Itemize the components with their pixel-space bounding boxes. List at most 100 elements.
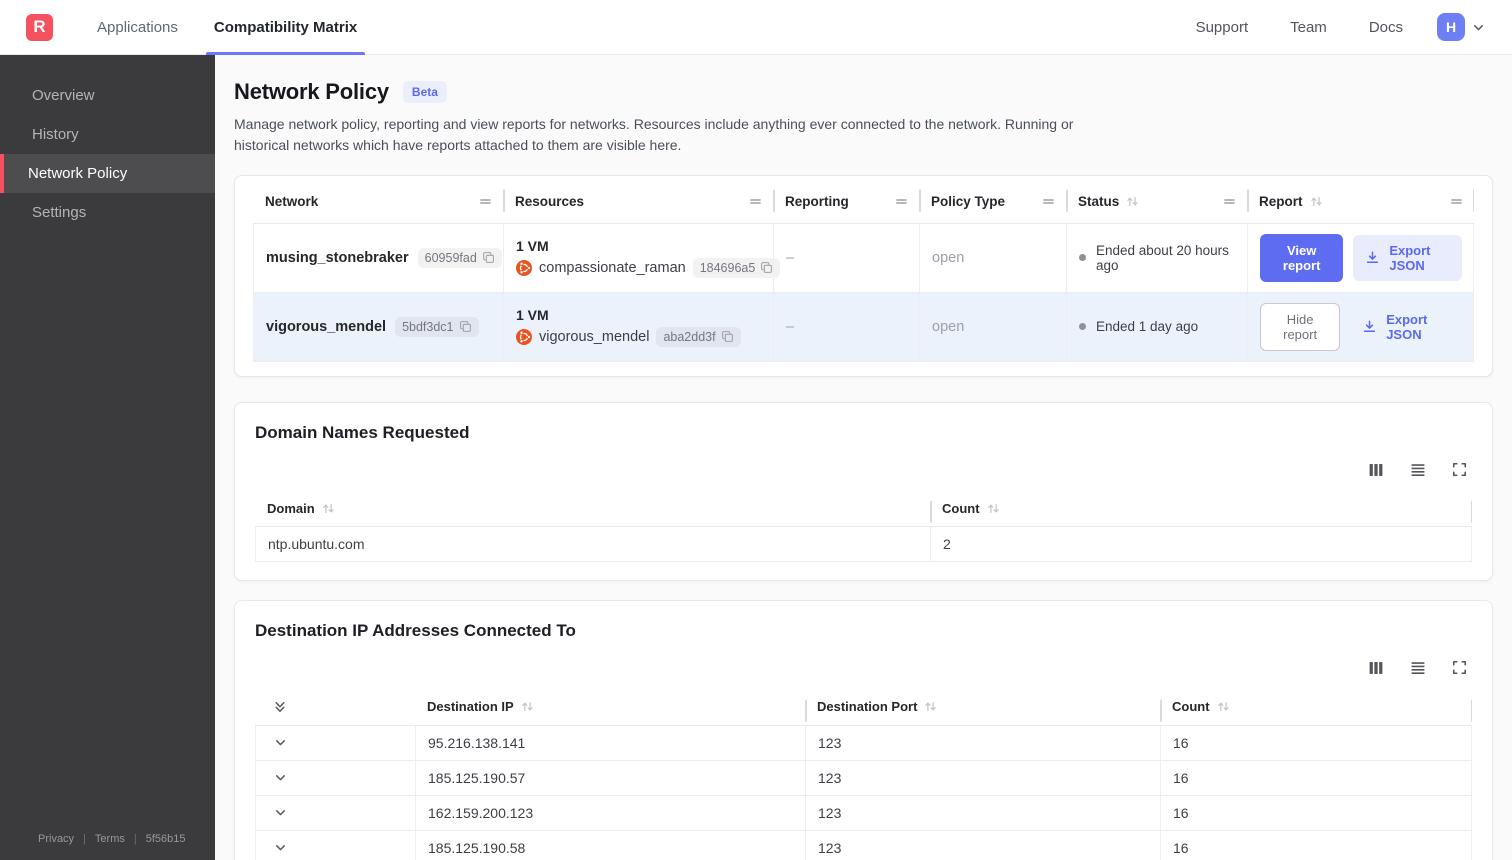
- page-title: Network Policy: [234, 79, 389, 104]
- copy-icon[interactable]: [721, 330, 734, 343]
- sort-icon[interactable]: [923, 699, 938, 714]
- ip-table-row[interactable]: 185.125.190.58 123 16: [255, 830, 1472, 860]
- expander-cell: [255, 725, 415, 760]
- avatar[interactable]: H: [1437, 13, 1465, 41]
- nav-link-team[interactable]: Team: [1290, 19, 1327, 36]
- column-header-resources[interactable]: Resources: [503, 176, 773, 223]
- double-chevron-down-icon[interactable]: [272, 699, 288, 715]
- view-report-button[interactable]: View report: [1260, 233, 1344, 282]
- sort-icon[interactable]: [986, 501, 1001, 516]
- network-table-row[interactable]: vigorous_mendel 5bdf3dc1 1 VM vigorous_m…: [253, 292, 1474, 362]
- copy-icon[interactable]: [482, 251, 495, 264]
- footer-build-hash: 5f56b15: [145, 833, 186, 845]
- chevron-down-icon[interactable]: [273, 735, 288, 750]
- copy-icon[interactable]: [459, 320, 472, 333]
- count-cell: 16: [1160, 830, 1472, 860]
- column-header-report[interactable]: Report: [1247, 176, 1474, 223]
- fullscreen-icon[interactable]: [1451, 461, 1468, 478]
- column-drag-handle-icon[interactable]: [1449, 194, 1464, 209]
- column-drag-handle-icon[interactable]: [894, 194, 909, 209]
- destination-port-cell: 123: [805, 795, 1160, 830]
- sort-icon[interactable]: [1309, 194, 1324, 209]
- tab-compatibility-matrix[interactable]: Compatibility Matrix: [205, 0, 366, 55]
- domain-table-row[interactable]: ntp.ubuntu.com 2: [255, 526, 1472, 562]
- app-logo[interactable]: R: [26, 13, 53, 41]
- column-header-count[interactable]: Count: [1160, 693, 1472, 725]
- destination-port-cell: 123: [805, 760, 1160, 795]
- column-drag-handle-icon[interactable]: [1222, 194, 1237, 209]
- column-label: Count: [942, 500, 980, 516]
- column-header-network[interactable]: Network: [253, 176, 503, 223]
- sort-icon[interactable]: [1216, 699, 1231, 714]
- sidebar: Overview History Network Policy Settings…: [0, 55, 215, 860]
- ip-table-row[interactable]: 185.125.190.57 123 16: [255, 760, 1472, 796]
- expander-cell: [255, 830, 415, 860]
- report-cell: View report Export JSON: [1247, 223, 1474, 292]
- networks-table-card: Network Resources Reporting Policy Type: [234, 174, 1493, 377]
- network-name: vigorous_mendel: [266, 318, 387, 335]
- sort-icon[interactable]: [520, 699, 535, 714]
- fullscreen-icon[interactable]: [1451, 659, 1468, 676]
- user-menu[interactable]: H: [1437, 13, 1486, 41]
- primary-nav: Applications Compatibility Matrix: [89, 0, 385, 55]
- network-table-row[interactable]: musing_stonebraker 60959fad 1 VM compass…: [253, 223, 1474, 293]
- column-drag-handle-icon[interactable]: [1041, 194, 1056, 209]
- sort-icon[interactable]: [321, 501, 336, 516]
- status-text: Ended 1 day ago: [1096, 319, 1199, 335]
- tab-applications[interactable]: Applications: [89, 0, 186, 55]
- column-header-policy-type[interactable]: Policy Type: [919, 176, 1066, 223]
- column-header-destination-ip[interactable]: Destination IP: [415, 693, 805, 725]
- ip-table-row[interactable]: 162.159.200.123 123 16: [255, 795, 1472, 831]
- chevron-down-icon[interactable]: [273, 770, 288, 785]
- destination-ips-card: Destination IP Addresses Connected To De…: [234, 599, 1493, 860]
- resource-hash-badge: 184696a5: [692, 257, 781, 278]
- export-json-button[interactable]: Export JSON: [1353, 234, 1462, 281]
- domains-card-title: Domain Names Requested: [255, 422, 470, 442]
- export-json-button[interactable]: Export JSON: [1350, 304, 1462, 350]
- chevron-down-icon[interactable]: [1471, 20, 1486, 35]
- resources-cell: 1 VM compassionate_raman 184696a5: [503, 223, 781, 292]
- footer-privacy-link[interactable]: Privacy: [38, 833, 74, 845]
- ubuntu-icon: [516, 329, 532, 345]
- column-header-count[interactable]: Count: [930, 495, 1472, 526]
- footer-terms-link[interactable]: Terms: [95, 833, 125, 845]
- sidebar-item-network-policy[interactable]: Network Policy: [0, 154, 215, 193]
- sidebar-item-settings[interactable]: Settings: [0, 193, 215, 232]
- column-header-status[interactable]: Status: [1066, 176, 1247, 223]
- column-drag-handle-icon[interactable]: [748, 194, 763, 209]
- resources-cell: 1 VM vigorous_mendel aba2dd3f: [503, 292, 773, 361]
- row-density-icon[interactable]: [1409, 461, 1427, 479]
- sort-icon[interactable]: [1125, 194, 1140, 209]
- reporting-cell: –: [773, 223, 919, 292]
- nav-link-support[interactable]: Support: [1196, 19, 1249, 36]
- table-toolbar: [255, 657, 1468, 679]
- ips-table: Destination IP Destination Port Count 95…: [255, 693, 1472, 860]
- ip-table-row[interactable]: 95.216.138.141 123 16: [255, 725, 1472, 761]
- sidebar-item-history[interactable]: History: [0, 115, 215, 154]
- nav-link-docs[interactable]: Docs: [1369, 19, 1403, 36]
- chevron-down-icon[interactable]: [273, 840, 288, 855]
- hide-report-button[interactable]: Hide report: [1260, 302, 1341, 351]
- sidebar-item-overview[interactable]: Overview: [0, 76, 215, 115]
- chevron-down-icon[interactable]: [273, 805, 288, 820]
- column-label: Destination Port: [817, 699, 918, 715]
- count-cell: 16: [1160, 795, 1472, 830]
- column-header-domain[interactable]: Domain: [255, 495, 930, 526]
- policy-type-cell: open: [919, 223, 1066, 292]
- columns-icon[interactable]: [1367, 659, 1385, 677]
- columns-icon[interactable]: [1367, 461, 1385, 479]
- column-header-reporting[interactable]: Reporting: [773, 176, 919, 223]
- sidebar-nav: Overview History Network Policy Settings: [0, 76, 215, 232]
- copy-icon[interactable]: [760, 261, 773, 274]
- column-drag-handle-icon[interactable]: [478, 194, 493, 209]
- resource-hash-badge: aba2dd3f: [656, 326, 741, 347]
- status-text: Ended about 20 hours ago: [1096, 242, 1229, 273]
- vm-count: 1 VM: [516, 237, 549, 254]
- ips-table-header: Destination IP Destination Port Count: [255, 693, 1472, 726]
- destination-port-cell: 123: [805, 725, 1160, 760]
- destination-ip-cell: 185.125.190.57: [415, 760, 805, 795]
- row-density-icon[interactable]: [1409, 659, 1427, 677]
- column-label: Count: [1172, 699, 1210, 715]
- column-header-destination-port[interactable]: Destination Port: [805, 693, 1160, 725]
- column-label: Network: [265, 193, 319, 209]
